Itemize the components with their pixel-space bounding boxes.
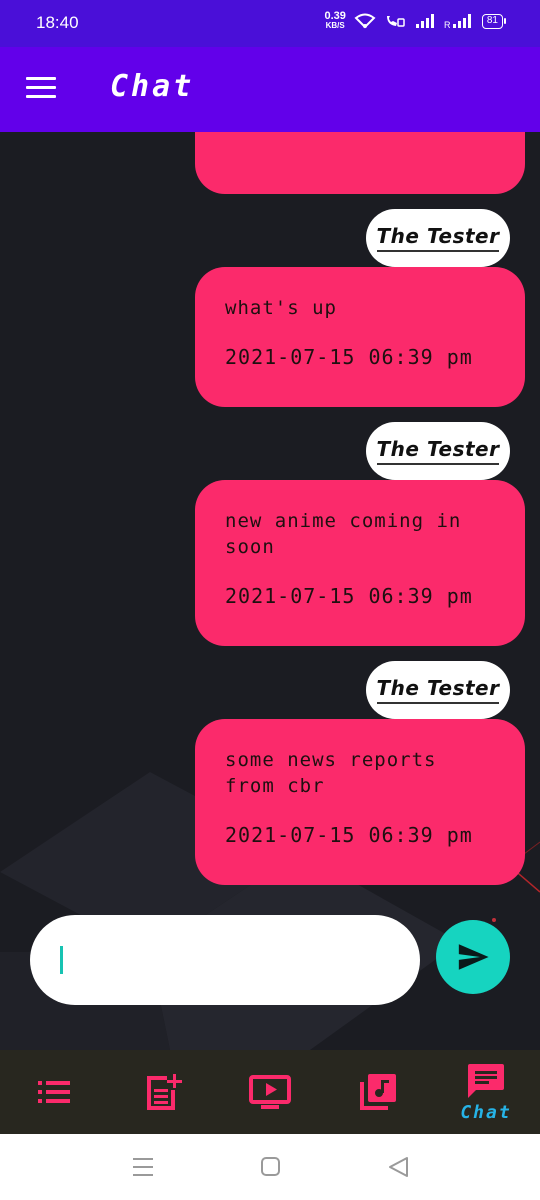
list-icon: [38, 1081, 70, 1103]
message-timestamp: 2021-07-15 06:39 pm: [225, 584, 473, 608]
nav-item-chat[interactable]: Chat: [456, 1050, 516, 1134]
recent-apps-icon: [133, 1158, 153, 1176]
message-text: new anime coming in soon: [225, 510, 462, 558]
nav-item-music-library[interactable]: [356, 1050, 400, 1134]
back-icon: [389, 1157, 408, 1177]
system-navigation-bar: [0, 1134, 540, 1200]
network-speed-value: 0.39: [324, 10, 346, 22]
status-bar: 18:40 0.39 KB/S R 81: [0, 0, 540, 47]
wifi-icon: [354, 13, 376, 29]
sender-chip: The Tester: [366, 661, 510, 719]
nav-item-post-add[interactable]: [140, 1050, 186, 1134]
nav-item-label: Chat: [460, 1101, 512, 1123]
signal-icon: [415, 14, 434, 28]
battery-indicator: 81: [481, 13, 506, 29]
sender-name: The Tester: [376, 676, 500, 704]
sender-name: The Tester: [376, 224, 500, 252]
signal-roaming-icon: R: [444, 14, 471, 29]
sender-name: The Tester: [376, 437, 500, 465]
hamburger-menu-icon[interactable]: [26, 77, 58, 103]
text-cursor: [60, 946, 63, 974]
music-library-icon: [360, 1074, 396, 1110]
back-button[interactable]: [384, 1152, 414, 1182]
message-bubble-partial: [195, 132, 525, 194]
page-title: Chat: [110, 69, 195, 104]
battery-tip: [504, 18, 506, 24]
bottom-navigation: Chat: [0, 1050, 540, 1134]
message-text: what's up: [225, 297, 337, 319]
sender-chip: The Tester: [366, 209, 510, 267]
nav-item-list[interactable]: [32, 1050, 76, 1134]
message-bubble[interactable]: some news reports from cbr 2021-07-15 06…: [195, 719, 525, 885]
status-icons: 0.39 KB/S R 81: [324, 10, 506, 31]
nav-item-video[interactable]: [246, 1050, 294, 1134]
recent-apps-button[interactable]: [128, 1152, 158, 1182]
chat-icon: [468, 1063, 504, 1098]
chat-message-list[interactable]: The Tester what's up 2021-07-15 06:39 pm…: [0, 132, 540, 1050]
send-icon: [458, 944, 489, 970]
message-input[interactable]: [30, 915, 420, 1005]
home-button[interactable]: [256, 1152, 286, 1182]
sender-chip: The Tester: [366, 422, 510, 480]
message-timestamp: 2021-07-15 06:39 pm: [225, 823, 473, 847]
status-time: 18:40: [36, 13, 79, 32]
network-speed: 0.39 KB/S: [324, 10, 346, 31]
message-bubble[interactable]: what's up 2021-07-15 06:39 pm: [195, 267, 525, 407]
message-timestamp: 2021-07-15 06:39 pm: [225, 345, 473, 369]
home-icon: [261, 1157, 280, 1176]
video-icon: [249, 1075, 291, 1109]
message-bubble[interactable]: new anime coming in soon 2021-07-15 06:3…: [195, 480, 525, 646]
volte-call-icon: [386, 16, 405, 27]
network-speed-unit: KB/S: [325, 21, 345, 30]
send-button[interactable]: [436, 920, 510, 994]
app-bar: Chat: [0, 47, 540, 132]
post-add-icon: [147, 1074, 182, 1110]
message-text: some news reports from cbr: [225, 749, 437, 797]
svg-text:R: R: [444, 20, 451, 29]
battery-level: 81: [481, 13, 503, 29]
